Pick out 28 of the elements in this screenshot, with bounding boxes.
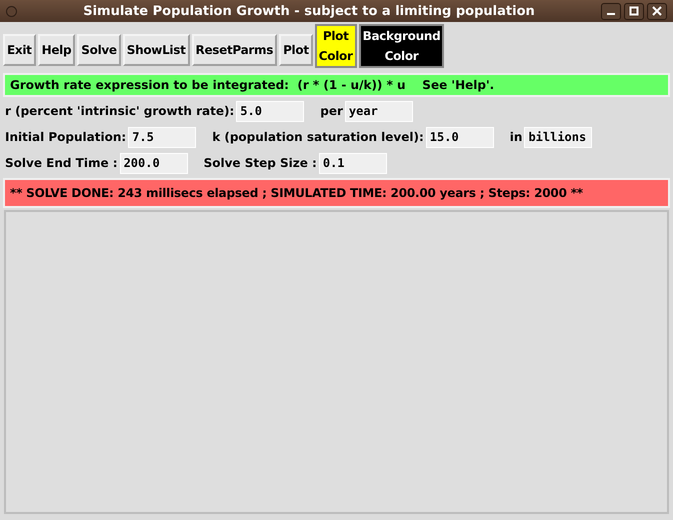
toolbar-button[interactable]: ResetParms bbox=[192, 34, 278, 66]
maximize-icon[interactable] bbox=[624, 2, 644, 20]
field-label: in bbox=[510, 130, 522, 144]
toolbar-button[interactable]: Plot bbox=[279, 34, 313, 66]
input-field[interactable]: year bbox=[344, 100, 413, 122]
minimize-icon[interactable] bbox=[601, 2, 621, 20]
input-field[interactable]: 15.0 bbox=[426, 126, 494, 148]
input-field[interactable]: 5.0 bbox=[236, 100, 304, 122]
toolbar-button[interactable]: ShowList bbox=[122, 34, 190, 66]
color-button[interactable]: Plot Color bbox=[314, 24, 357, 68]
close-icon[interactable] bbox=[647, 2, 667, 20]
field-label: r (percent 'intrinsic' growth rate): bbox=[5, 104, 234, 118]
field-label: Solve End Time : bbox=[5, 156, 118, 170]
status-message: ** SOLVE DONE: 243 millisecs elapsed ; SIMULATED TIME: 200.00 years ; Steps: 2000 ** bbox=[3, 178, 670, 208]
field-label: k (population saturation level): bbox=[212, 130, 424, 144]
toolbar-button[interactable]: Solve bbox=[77, 34, 121, 66]
color-button[interactable]: Background Color bbox=[358, 24, 444, 68]
input-field[interactable]: 0.1 bbox=[318, 152, 387, 174]
field-label: Solve Step Size : bbox=[204, 156, 317, 170]
input-field[interactable]: billions bbox=[524, 126, 592, 148]
input-field[interactable]: 200.0 bbox=[120, 152, 188, 174]
toolbar-button[interactable]: Exit bbox=[3, 34, 36, 66]
expression-bar: Growth rate expression to be integrated: (r * (1 - u/k)) * u See 'Help'. bbox=[3, 73, 670, 97]
window-title: Simulate Population Growth - subject to a limiting population bbox=[82, 4, 536, 18]
input-field[interactable]: 7.5 bbox=[128, 126, 196, 148]
field-label: Initial Population: bbox=[5, 130, 126, 144]
field-label: per bbox=[320, 104, 343, 118]
toolbar-button[interactable]: Help bbox=[38, 34, 76, 66]
